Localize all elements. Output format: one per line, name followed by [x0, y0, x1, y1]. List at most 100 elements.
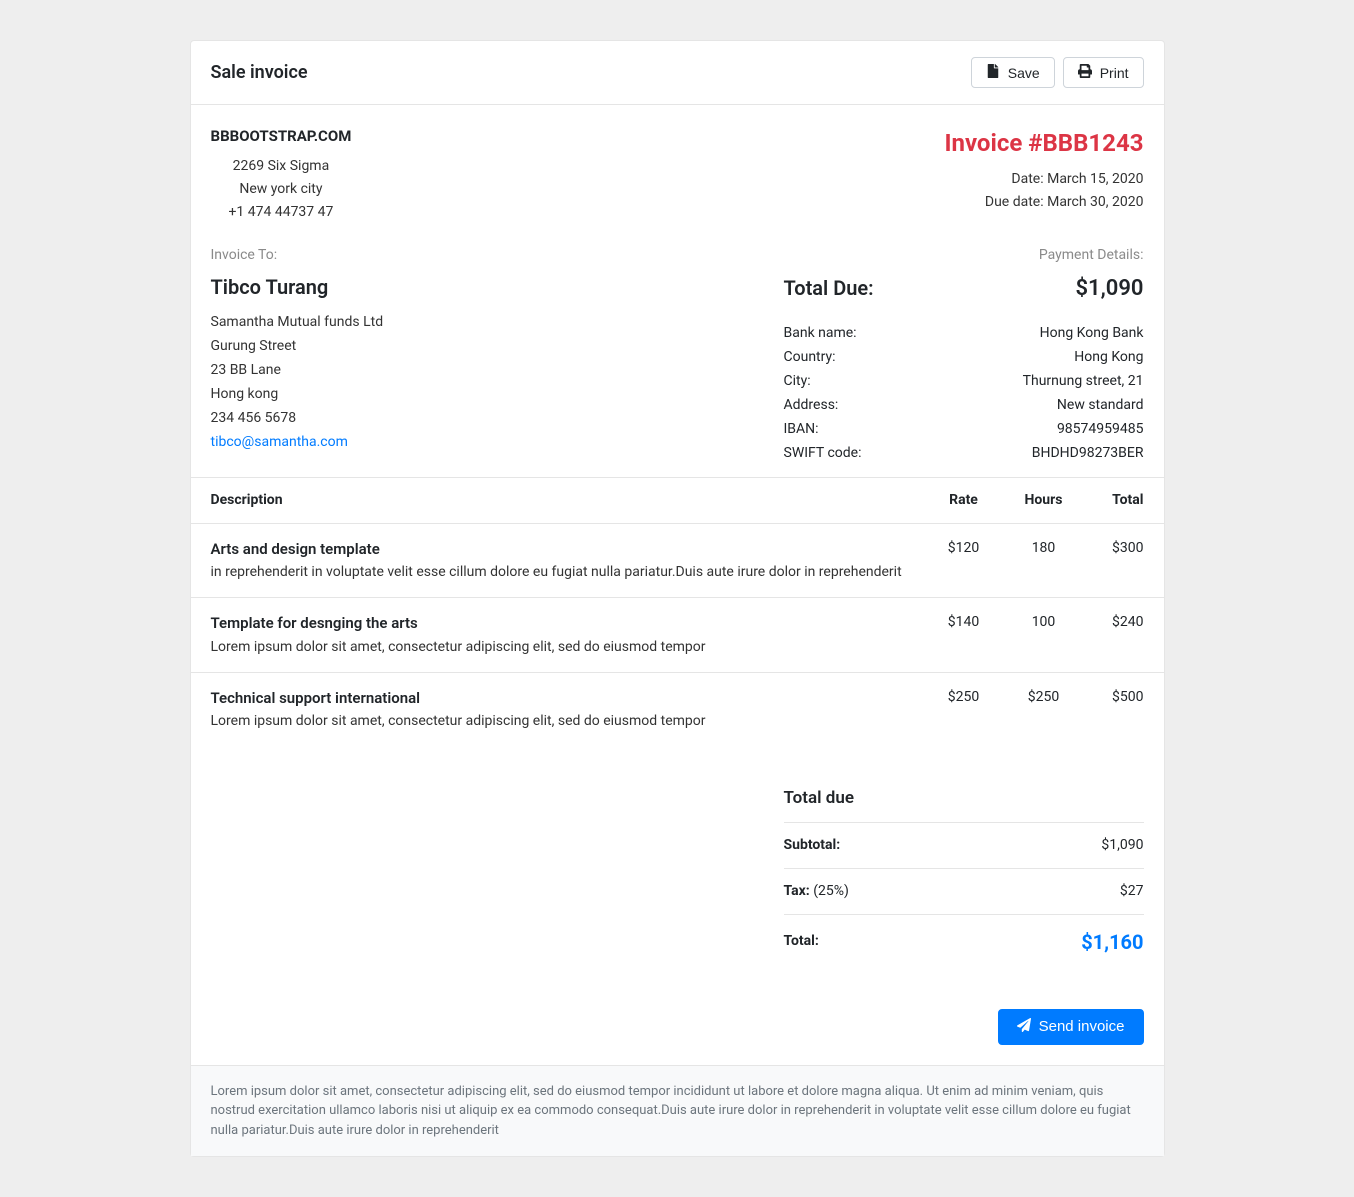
- payment-row: City: Thurnung street, 21: [784, 371, 1144, 392]
- org-address2: New york city: [211, 179, 352, 200]
- paper-plane-icon: [1017, 1018, 1031, 1036]
- org-name: BBBOOTSTRAP.COM: [211, 125, 352, 148]
- th-hours: Hours: [1004, 477, 1084, 523]
- totals-box: Total due Subtotal: $1,090 Tax: (25%) $2…: [784, 786, 1144, 969]
- cell-description: Template for desnging the artsLorem ipsu…: [191, 598, 924, 673]
- tax-value: $27: [1120, 881, 1144, 902]
- bill-to-city: Hong kong: [211, 384, 744, 405]
- total-due-label: Total Due:: [784, 273, 874, 303]
- card-body: BBBOOTSTRAP.COM 2269 Six Sigma New york …: [191, 105, 1164, 1065]
- item-title: Technical support international: [211, 687, 904, 710]
- payment-row: Country: Hong Kong: [784, 347, 1144, 368]
- tax-label-text: Tax:: [784, 883, 810, 899]
- table-header-row: Description Rate Hours Total: [191, 477, 1164, 523]
- invoice-table: Description Rate Hours Total Arts and de…: [191, 477, 1164, 747]
- payment-row-value: New standard: [1057, 395, 1144, 416]
- payment-row-label: Country:: [784, 347, 836, 368]
- invoice-due-label: Due date:: [985, 194, 1044, 210]
- item-description: Lorem ipsum dolor sit amet, consectetur …: [211, 637, 904, 658]
- cell-rate: $120: [924, 523, 1004, 598]
- toolbar: Save Print: [971, 57, 1144, 88]
- table-row: Arts and design templatein reprehenderit…: [191, 523, 1164, 598]
- print-button[interactable]: Print: [1063, 57, 1144, 88]
- payment-row-value: Hong Kong Bank: [1040, 323, 1144, 344]
- tax-label: Tax: (25%): [784, 881, 849, 902]
- item-description: Lorem ipsum dolor sit amet, consectetur …: [211, 711, 904, 732]
- invoice-due: Due date: March 30, 2020: [944, 192, 1143, 213]
- actions: Send invoice: [211, 1009, 1144, 1045]
- total-label: Total:: [784, 931, 819, 952]
- table-row: Technical support internationalLorem ips…: [191, 672, 1164, 746]
- bill-to-email[interactable]: tibco@samantha.com: [211, 434, 348, 450]
- cell-hours: 100: [1004, 598, 1084, 673]
- invoice-date: Date: March 15, 2020: [944, 169, 1143, 190]
- org-block: BBBOOTSTRAP.COM 2269 Six Sigma New york …: [211, 125, 352, 225]
- tax-pct: (25%): [813, 883, 849, 899]
- bill-to-label: Invoice To:: [211, 245, 744, 266]
- cell-rate: $250: [924, 672, 1004, 746]
- th-description: Description: [191, 477, 924, 523]
- totals-section: Total due Subtotal: $1,090 Tax: (25%) $2…: [211, 786, 1144, 969]
- payment-row: Address: New standard: [784, 395, 1144, 416]
- payment-row-value: BHDHD98273BER: [1032, 443, 1144, 464]
- cell-total: $240: [1084, 598, 1164, 673]
- invoice-due-value: March 30, 2020: [1047, 194, 1143, 210]
- invoice-number: Invoice #BBB1243: [944, 125, 1143, 161]
- tax-row: Tax: (25%) $27: [784, 869, 1144, 915]
- payment-row-label: City:: [784, 371, 811, 392]
- th-total: Total: [1084, 477, 1164, 523]
- th-rate: Rate: [924, 477, 1004, 523]
- bill-to-street2: 23 BB Lane: [211, 360, 744, 381]
- payment-row-label: SWIFT code:: [784, 443, 862, 464]
- org-phone: +1 474 44737 47: [211, 202, 352, 223]
- payment-header: Total Due: $1,090: [784, 272, 1144, 313]
- invoice-date-value: March 15, 2020: [1047, 171, 1143, 187]
- send-invoice-label: Send invoice: [1039, 1018, 1125, 1035]
- card-footer: Lorem ipsum dolor sit amet, consectetur …: [191, 1065, 1164, 1157]
- top-row: BBBOOTSTRAP.COM 2269 Six Sigma New york …: [211, 125, 1144, 225]
- payment-row-label: Address:: [784, 395, 839, 416]
- payment-row-label: IBAN:: [784, 419, 819, 440]
- payment-row: Bank name:Hong Kong Bank: [784, 323, 1144, 344]
- bill-to-block: Invoice To: Tibco Turang Samantha Mutual…: [211, 245, 744, 467]
- send-invoice-button[interactable]: Send invoice: [998, 1009, 1144, 1045]
- print-icon: [1078, 64, 1092, 81]
- payment-row-value: Thurnung street, 21: [1023, 371, 1144, 392]
- bill-to-phone: 234 456 5678: [211, 408, 744, 429]
- subtotal-value: $1,090: [1101, 835, 1143, 856]
- cell-total: $300: [1084, 523, 1164, 598]
- payment-label: Payment Details:: [784, 245, 1144, 266]
- payment-row-value: Hong Kong: [1074, 347, 1143, 368]
- bill-to-name: Tibco Turang: [211, 272, 744, 302]
- print-button-label: Print: [1100, 65, 1129, 81]
- cell-hours: $250: [1004, 672, 1084, 746]
- total-row: Total: $1,160: [784, 915, 1144, 969]
- table-row: Template for desnging the artsLorem ipsu…: [191, 598, 1164, 673]
- item-description: in reprehenderit in voluptate velit esse…: [211, 562, 904, 583]
- save-button-label: Save: [1008, 65, 1040, 81]
- cell-description: Technical support internationalLorem ips…: [191, 672, 924, 746]
- totals-heading: Total due: [784, 786, 1144, 823]
- cell-hours: 180: [1004, 523, 1084, 598]
- page-title: Sale invoice: [211, 59, 308, 86]
- save-button[interactable]: Save: [971, 57, 1055, 88]
- cell-description: Arts and design templatein reprehenderit…: [191, 523, 924, 598]
- invoice-card: Sale invoice Save Print BBBOOTSTRAP.COM …: [190, 40, 1165, 1157]
- payment-row-value: 98574959485: [1057, 419, 1144, 440]
- item-title: Template for desnging the arts: [211, 612, 904, 635]
- invoice-meta: Invoice #BBB1243 Date: March 15, 2020 Du…: [944, 125, 1143, 225]
- item-title: Arts and design template: [211, 538, 904, 561]
- bill-to-street1: Gurung Street: [211, 336, 744, 357]
- payment-block: Payment Details: Total Due: $1,090 Bank …: [784, 245, 1144, 467]
- org-address1: 2269 Six Sigma: [211, 156, 352, 177]
- cell-total: $500: [1084, 672, 1164, 746]
- bill-to-company: Samantha Mutual funds Ltd: [211, 312, 744, 333]
- details-row: Invoice To: Tibco Turang Samantha Mutual…: [211, 245, 1144, 467]
- footer-text: Lorem ipsum dolor sit amet, consectetur …: [211, 1084, 1131, 1138]
- total-value: $1,160: [1081, 927, 1143, 957]
- invoice-date-label: Date:: [1011, 171, 1043, 187]
- subtotal-row: Subtotal: $1,090: [784, 823, 1144, 869]
- file-icon: [986, 64, 1000, 81]
- payment-row: SWIFT code: BHDHD98273BER: [784, 443, 1144, 464]
- payment-row: IBAN: 98574959485: [784, 419, 1144, 440]
